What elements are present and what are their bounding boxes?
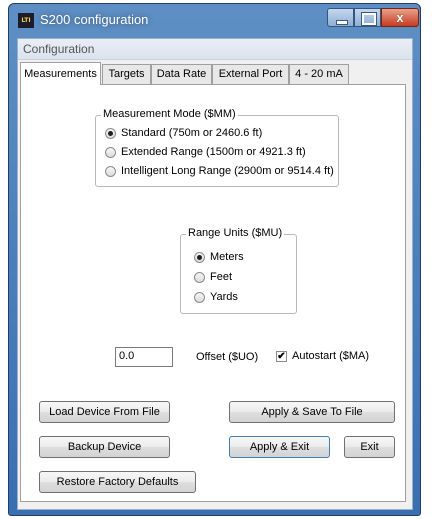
- tab-external-port[interactable]: External Port: [212, 64, 289, 84]
- exit-button[interactable]: Exit: [344, 436, 395, 458]
- tab-targets[interactable]: Targets: [102, 64, 151, 84]
- tab-4-20-ma[interactable]: 4 - 20 mA: [289, 64, 349, 84]
- radio-feet-button[interactable]: [194, 272, 205, 283]
- offset-label: Offset ($UO): [196, 351, 259, 363]
- config-window: LTI S200 configuration x Configuration M…: [8, 3, 421, 516]
- maximize-button[interactable]: [354, 8, 381, 27]
- radio-extended-range-label: Extended Range (1500m or 4921.3 ft): [121, 146, 306, 158]
- measurements-panel: Measurement Mode ($MM) Standard (750m or…: [20, 84, 406, 502]
- close-button[interactable]: x: [381, 8, 419, 27]
- window-title: S200 configuration: [40, 12, 149, 27]
- measurement-mode-title: Measurement Mode ($MM): [101, 108, 238, 120]
- menu-configuration[interactable]: Configuration: [23, 42, 94, 56]
- restore-defaults-button[interactable]: Restore Factory Defaults: [39, 471, 196, 493]
- radio-intelligent-long-range-label: Intelligent Long Range (2900m or 9514.4 …: [121, 165, 334, 177]
- offset-input[interactable]: 0.0: [115, 347, 173, 367]
- backup-device-button[interactable]: Backup Device: [39, 436, 170, 458]
- close-icon: x: [396, 10, 404, 25]
- autostart-label: Autostart ($MA): [292, 350, 370, 362]
- menu-bar: Configuration: [18, 39, 412, 60]
- radio-standard-label: Standard (750m or 2460.6 ft): [121, 127, 263, 139]
- autostart-checkbox[interactable]: ✔: [276, 351, 287, 362]
- minimize-button[interactable]: [327, 8, 354, 27]
- radio-meters-label: Meters: [210, 251, 244, 263]
- minimize-icon: [336, 20, 348, 25]
- radio-extended-range-button[interactable]: [105, 147, 116, 158]
- tab-data-rate[interactable]: Data Rate: [151, 64, 212, 84]
- range-units-title: Range Units ($MU): [186, 227, 285, 239]
- maximize-icon: [362, 13, 376, 25]
- title-bar[interactable]: LTI S200 configuration x: [9, 4, 420, 38]
- radio-meters-button[interactable]: [194, 252, 205, 263]
- measurement-mode-group: Measurement Mode ($MM) Standard (750m or…: [95, 108, 339, 187]
- range-units-group: Range Units ($MU) Meters Feet Yards: [180, 227, 297, 314]
- app-logo-icon: LTI: [18, 13, 34, 28]
- load-device-button[interactable]: Load Device From File: [39, 401, 170, 423]
- radio-yards-label: Yards: [210, 291, 238, 303]
- radio-intelligent-long-range-button[interactable]: [105, 166, 116, 177]
- radio-feet-label: Feet: [210, 271, 233, 283]
- tab-measurements[interactable]: Measurements: [20, 62, 101, 85]
- radio-standard-button[interactable]: [105, 128, 116, 139]
- client-area: Configuration Measurements Targets Data …: [17, 38, 413, 510]
- apply-save-button[interactable]: Apply & Save To File: [229, 401, 395, 423]
- apply-exit-button[interactable]: Apply & Exit: [229, 436, 330, 458]
- radio-yards-button[interactable]: [194, 292, 205, 303]
